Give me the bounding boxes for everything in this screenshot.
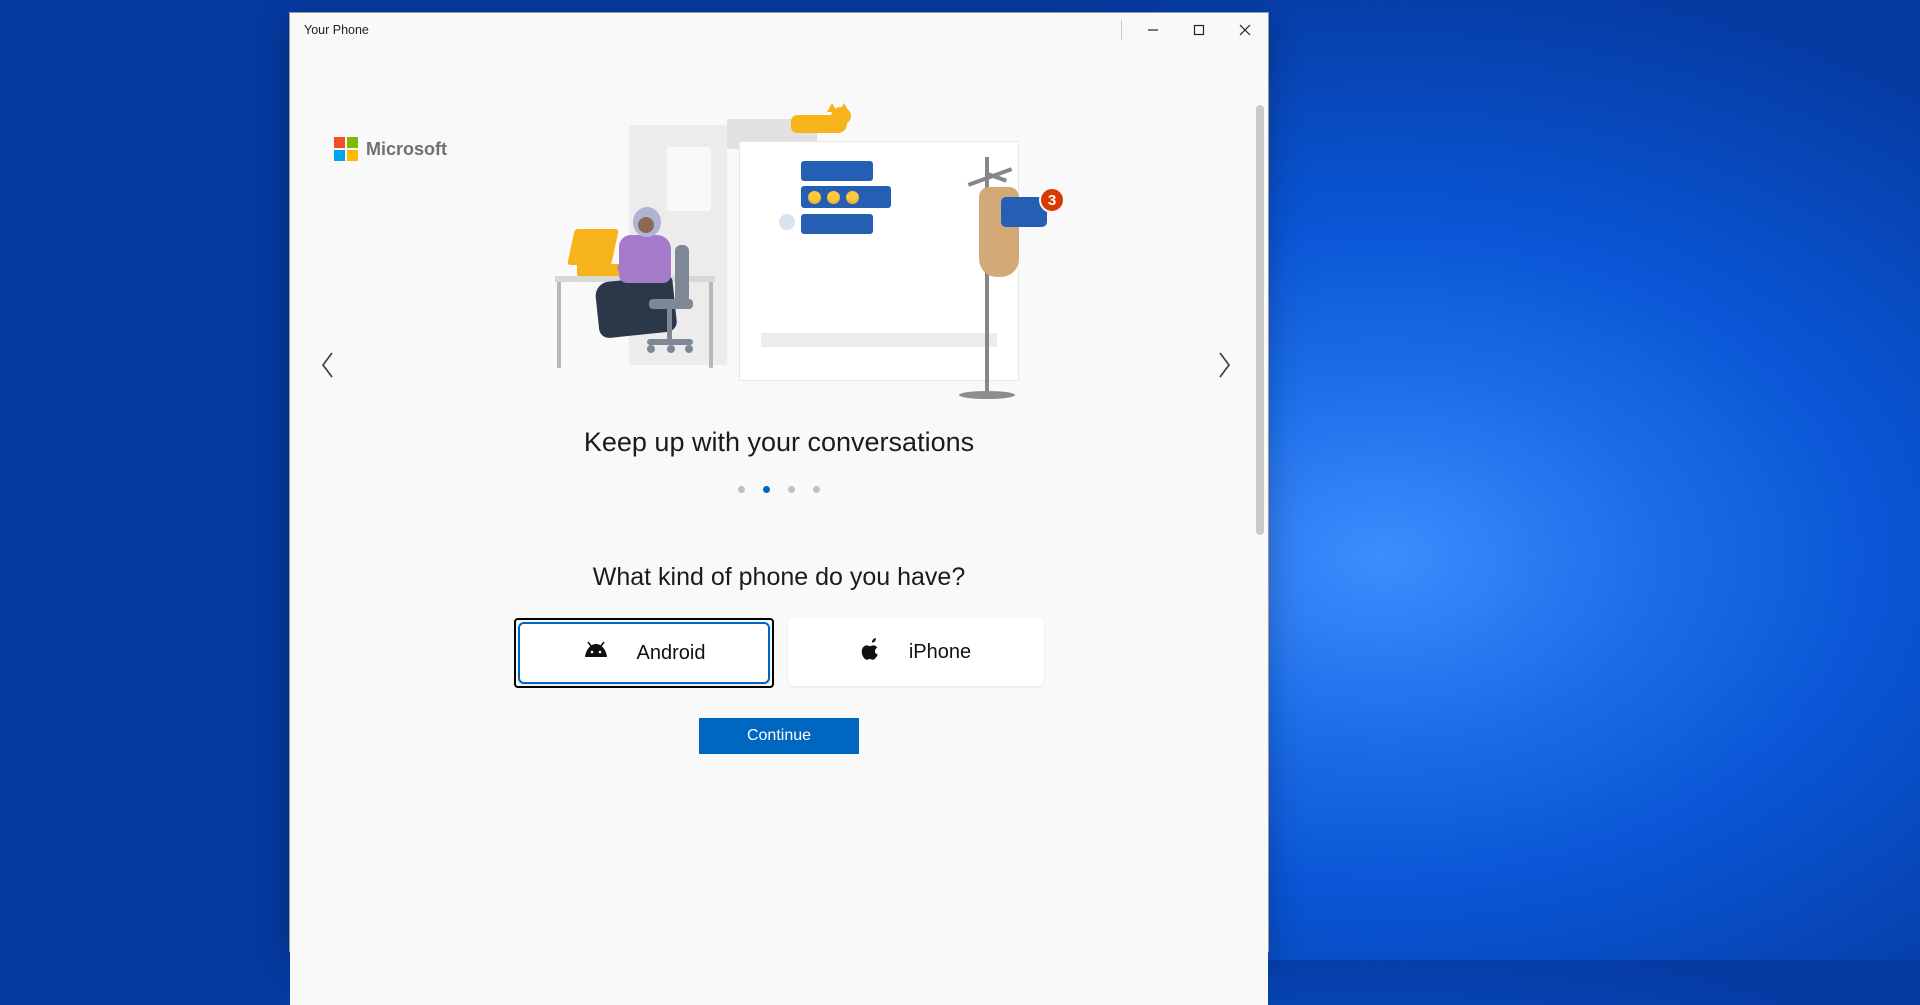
choice-iphone[interactable]: iPhone	[788, 618, 1044, 686]
titlebar: Your Phone	[290, 13, 1268, 47]
window-title: Your Phone	[290, 23, 369, 37]
carousel-dot-2[interactable]	[788, 486, 795, 493]
app-window: Your Phone Microsoft	[289, 12, 1269, 952]
chat-bubble-emoji-icon	[801, 186, 891, 208]
choice-android[interactable]: Android	[518, 622, 770, 684]
choice-iphone-label: iPhone	[909, 641, 971, 664]
carousel-illustration: 3	[499, 101, 1059, 381]
carousel-prev-button[interactable]	[308, 345, 348, 385]
carousel-dot-3[interactable]	[813, 486, 820, 493]
carousel-dot-1[interactable]	[763, 486, 770, 493]
avatar-icon	[779, 214, 795, 230]
chat-bubble-icon	[801, 161, 873, 181]
window-controls	[1121, 13, 1268, 47]
phone-type-choices: Android iPhone	[290, 618, 1268, 688]
android-icon	[583, 641, 609, 665]
carousel-next-button[interactable]	[1204, 345, 1244, 385]
choice-iphone-wrap: iPhone	[788, 618, 1044, 688]
minimize-button[interactable]	[1130, 14, 1176, 46]
titlebar-separator	[1121, 20, 1122, 40]
phone-type-question: What kind of phone do you have?	[290, 563, 1268, 592]
carousel-dots	[290, 486, 1268, 493]
carousel-dot-0[interactable]	[738, 486, 745, 493]
carousel: 3 Keep up with your conversations	[290, 101, 1268, 493]
notification-badge: 3	[1039, 187, 1065, 213]
apple-icon	[861, 637, 881, 667]
choice-android-label: Android	[637, 642, 706, 665]
chat-bubble-icon	[801, 214, 873, 234]
close-button[interactable]	[1222, 14, 1268, 46]
continue-button[interactable]: Continue	[699, 718, 859, 754]
client-area: Microsoft	[290, 101, 1268, 1005]
maximize-button[interactable]	[1176, 14, 1222, 46]
carousel-title: Keep up with your conversations	[290, 427, 1268, 458]
cat-icon	[791, 101, 849, 135]
choice-android-wrap: Android	[514, 618, 774, 688]
